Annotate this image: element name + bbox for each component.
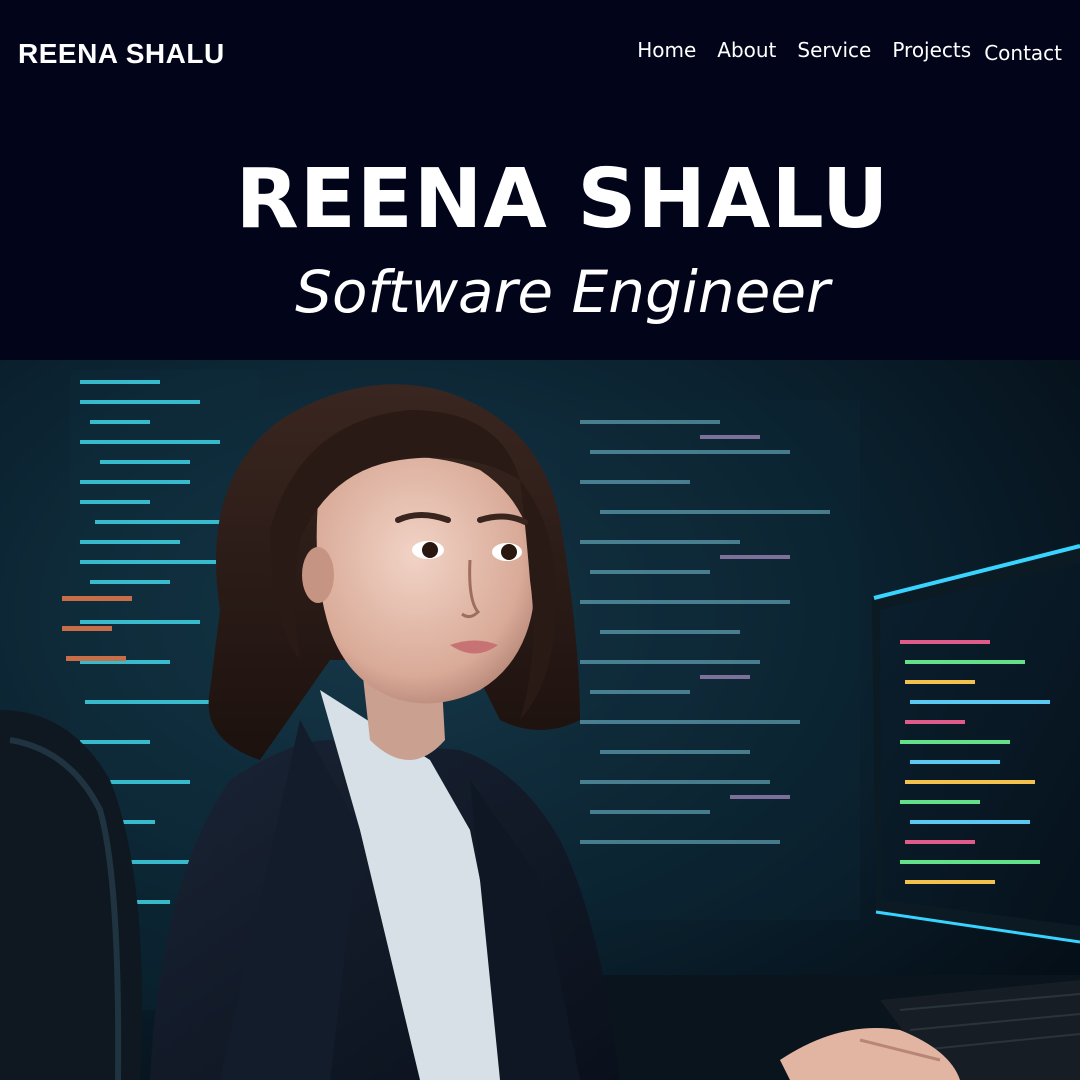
site-header: REENA SHALU Home About Service Projects …	[0, 0, 1080, 360]
hero-image	[0, 360, 1080, 1080]
nav-link-projects[interactable]: Projects	[892, 38, 971, 62]
nav-link-service[interactable]: Service	[797, 38, 871, 62]
nav-link-contact[interactable]: Contact	[984, 41, 1062, 65]
hero-title: REENA SHALU	[235, 152, 890, 247]
main-nav: Home About Service Projects Contact	[637, 38, 1062, 65]
nav-link-home[interactable]: Home	[637, 38, 696, 62]
site-logo[interactable]: REENA SHALU	[18, 38, 225, 70]
nav-link-about[interactable]: About	[717, 38, 776, 62]
hero-subtitle: Software Engineer	[295, 258, 830, 326]
